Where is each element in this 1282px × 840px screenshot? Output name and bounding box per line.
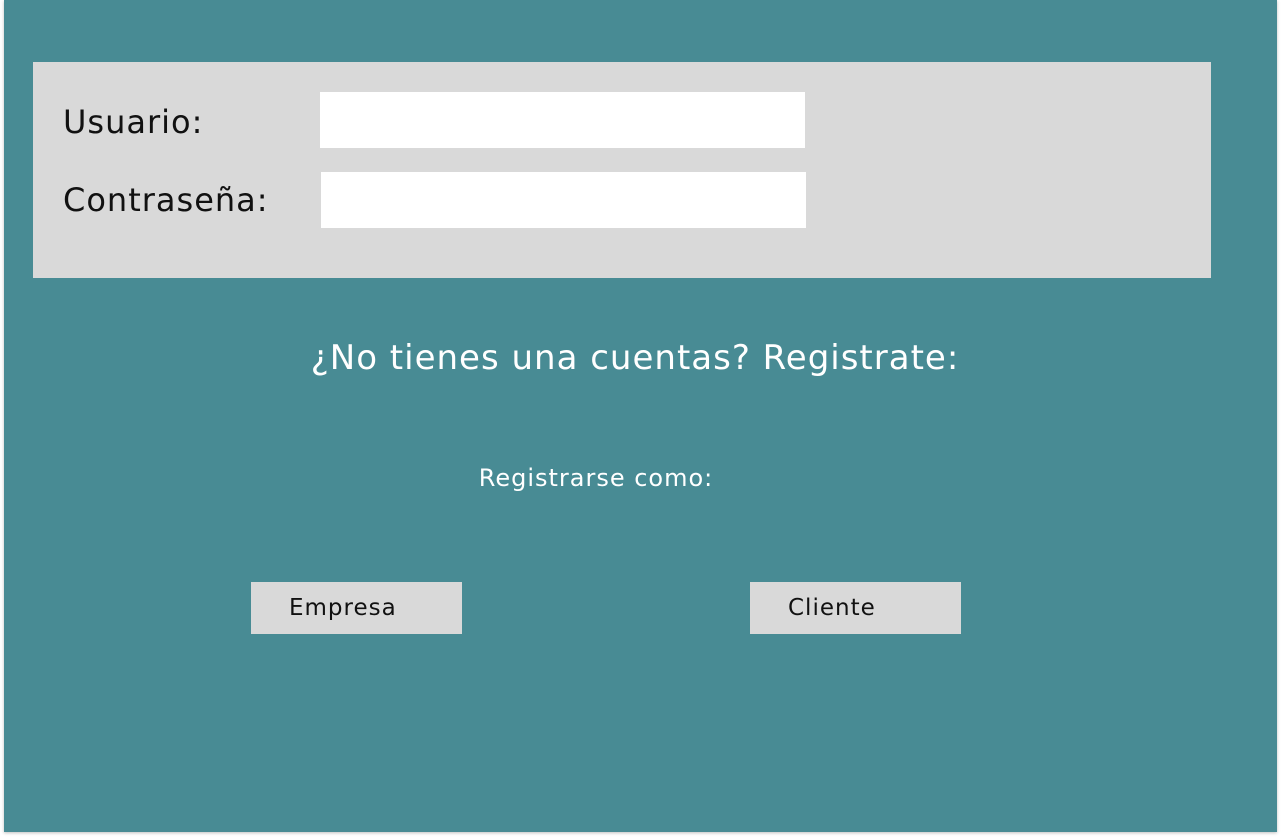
register-heading: ¿No tienes una cuentas? Registrate:	[310, 338, 960, 378]
password-input[interactable]	[321, 172, 806, 228]
register-company-button[interactable]: Empresa	[251, 582, 462, 634]
username-label: Usuario:	[63, 103, 204, 141]
register-as-label: Registrarse como:	[478, 464, 714, 492]
register-client-button[interactable]: Cliente	[750, 582, 961, 634]
app-window: Usuario: Contraseña: ¿No tienes una cuen…	[4, 0, 1277, 832]
username-input[interactable]	[320, 92, 805, 148]
password-label: Contraseña:	[63, 181, 269, 219]
login-panel: Usuario: Contraseña:	[33, 62, 1211, 278]
